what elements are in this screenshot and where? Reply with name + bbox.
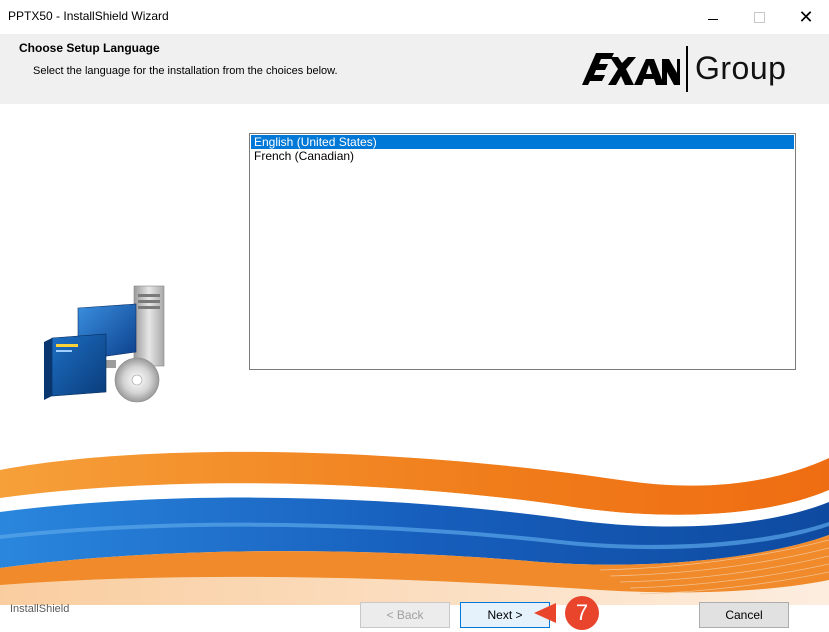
language-option-english-us[interactable]: English (United States) xyxy=(251,135,794,149)
exan-logo-mark xyxy=(582,53,680,85)
computer-setup-illustration xyxy=(44,285,165,403)
language-listbox[interactable]: English (United States) French (Canadian… xyxy=(249,133,796,370)
step-number: 7 xyxy=(575,600,589,625)
page-title: Choose Setup Language xyxy=(19,41,160,55)
maximize-icon xyxy=(753,11,765,23)
logo-divider xyxy=(686,46,688,92)
wizard-header: Choose Setup Language Select the languag… xyxy=(0,34,829,104)
company-logo: Group xyxy=(578,46,808,92)
back-button[interactable]: < Back xyxy=(360,602,450,628)
maximize-button xyxy=(736,0,782,34)
cancel-button[interactable]: Cancel xyxy=(699,602,789,628)
page-subtitle: Select the language for the installation… xyxy=(33,65,338,77)
language-option-french-canadian[interactable]: French (Canadian) xyxy=(251,149,794,163)
minimize-button[interactable] xyxy=(690,0,736,34)
close-button[interactable]: ✕ xyxy=(783,0,829,34)
close-icon: ✕ xyxy=(798,7,814,27)
title-bar: PPTX50 - InstallShield Wizard ✕ xyxy=(0,0,829,34)
installshield-brand: InstallShield xyxy=(10,603,70,615)
window-title: PPTX50 - InstallShield Wizard xyxy=(8,9,169,23)
logo-wordmark: Group xyxy=(695,50,787,86)
minimize-icon xyxy=(708,18,718,20)
decorative-swoosh xyxy=(0,451,829,605)
